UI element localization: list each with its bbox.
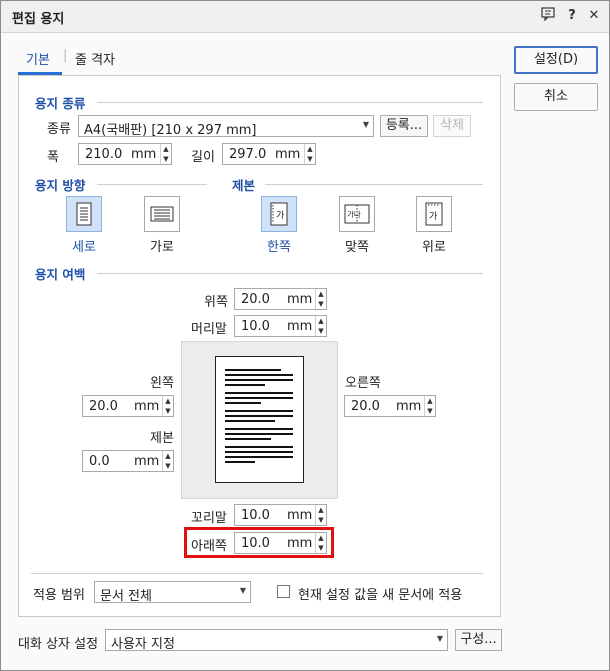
cancel-button[interactable]: 취소 (514, 83, 598, 111)
binding-section-title: 제본 (232, 178, 256, 193)
binding-single-label: 한쪽 (267, 240, 291, 255)
chevron-down-icon: ▼ (239, 586, 246, 595)
left-margin-label: 왼쪽 (150, 376, 174, 391)
binding-margin-stepper[interactable]: ▲ ▼ (162, 451, 173, 471)
chevron-down-icon: ▼ (436, 634, 443, 643)
configure-button[interactable]: 구성... (455, 629, 502, 651)
top-margin-label: 위쪽 (204, 295, 228, 310)
apply-scope-value: 문서 전체 (100, 589, 152, 604)
binding-margin-label: 제본 (150, 431, 174, 446)
apply-scope-select[interactable]: 문서 전체 ▼ (94, 581, 251, 604)
right-margin-unit: mm (396, 399, 422, 414)
width-unit: mm (131, 147, 157, 162)
edit-paper-dialog: 편집 용지 ? ✕ 기본 | 줄 격자 설정(D) 취소 용지 종류 종류 A4… (0, 0, 610, 671)
portrait-page-icon (76, 202, 92, 226)
paper-kind-label: 종류 (47, 122, 71, 137)
footer-margin-field[interactable]: 10.0 mm ▲ ▼ (234, 504, 327, 526)
binding-margin-value: 0.0 (89, 454, 110, 469)
landscape-option[interactable] (144, 196, 180, 232)
help-icon[interactable]: ? (563, 7, 581, 25)
divider (265, 184, 483, 185)
header-margin-unit: mm (287, 319, 313, 334)
binding-top-option[interactable]: 가 (416, 196, 452, 232)
tab-basic[interactable]: 기본 (26, 49, 50, 68)
height-field[interactable]: 297.0 mm ▲ ▼ (222, 143, 316, 165)
left-margin-stepper[interactable]: ▲ ▼ (162, 396, 173, 416)
paper-kind-value: A4(국배판) [210 x 297 mm] (84, 123, 257, 138)
top-margin-value: 20.0 (241, 292, 270, 307)
divider (31, 573, 483, 574)
header-margin-stepper[interactable]: ▲ ▼ (315, 316, 326, 336)
close-icon[interactable]: ✕ (585, 7, 603, 25)
top-binding-icon: 가 (425, 202, 443, 226)
tab-line-grid[interactable]: 줄 격자 (75, 49, 115, 68)
comment-icon[interactable] (539, 7, 557, 25)
dialog-settings-value: 사용자 지정 (111, 637, 175, 652)
divider (97, 102, 483, 103)
binding-margin-field[interactable]: 0.0 mm ▲ ▼ (82, 450, 174, 472)
apply-scope-label: 적용 범위 (33, 588, 85, 603)
left-margin-field[interactable]: 20.0 mm ▲ ▼ (82, 395, 174, 417)
portrait-label: 세로 (72, 240, 96, 255)
right-margin-label: 오른쪽 (345, 376, 381, 391)
margins-section-title: 용지 여백 (35, 267, 86, 282)
footer-margin-stepper[interactable]: ▲ ▼ (315, 505, 326, 525)
footer-margin-label: 꼬리말 (191, 511, 227, 526)
left-margin-unit: mm (134, 399, 160, 414)
header-margin-label: 머리말 (191, 322, 227, 337)
bottom-margin-highlight (184, 527, 334, 558)
chevron-down-icon: ▼ (362, 120, 369, 129)
tab-separator: | (63, 48, 68, 63)
right-margin-field[interactable]: 20.0 mm ▲ ▼ (344, 395, 436, 417)
dialog-settings-select[interactable]: 사용자 지정 ▼ (105, 629, 448, 652)
page-preview (181, 341, 338, 499)
width-label: 폭 (47, 150, 59, 165)
facing-binding-icon: 가나 (344, 204, 370, 224)
height-label: 길이 (191, 150, 215, 165)
footer-margin-unit: mm (287, 508, 313, 523)
width-field[interactable]: 210.0 mm ▲ ▼ (78, 143, 172, 165)
dialog-title: 편집 용지 (12, 12, 65, 27)
left-margin-value: 20.0 (89, 399, 118, 414)
height-unit: mm (275, 147, 301, 162)
apply-to-new-docs-label: 현재 설정 값을 새 문서에 적용 (298, 588, 463, 603)
binding-facing-glyph: 가나 (347, 210, 361, 219)
header-margin-value: 10.0 (241, 319, 270, 334)
width-stepper[interactable]: ▲ ▼ (160, 144, 171, 164)
binding-top-glyph: 가 (429, 211, 437, 222)
binding-top-label: 위로 (422, 240, 446, 255)
top-margin-stepper[interactable]: ▲ ▼ (315, 289, 326, 309)
binding-margin-unit: mm (134, 454, 160, 469)
delete-button[interactable]: 삭제 (433, 115, 471, 137)
dialog-settings-label: 대화 상자 설정 (18, 637, 99, 652)
orientation-section-title: 용지 방향 (35, 178, 86, 193)
ok-button[interactable]: 설정(D) (514, 46, 598, 74)
divider (97, 273, 483, 274)
height-value: 297.0 (229, 147, 267, 162)
landscape-label: 가로 (150, 240, 174, 255)
binding-single-option[interactable]: 가 (261, 196, 297, 232)
right-margin-stepper[interactable]: ▲ ▼ (424, 396, 435, 416)
landscape-page-icon (150, 206, 174, 222)
apply-to-new-docs-checkbox[interactable] (277, 585, 290, 598)
binding-facing-option[interactable]: 가나 (339, 196, 375, 232)
footer-margin-value: 10.0 (241, 508, 270, 523)
binding-single-glyph: 가 (276, 210, 284, 221)
height-stepper[interactable]: ▲ ▼ (304, 144, 315, 164)
register-button[interactable]: 등록... (380, 115, 428, 137)
top-margin-unit: mm (287, 292, 313, 307)
portrait-option[interactable] (66, 196, 102, 232)
paper-type-section-title: 용지 종류 (35, 96, 86, 111)
title-bar: 편집 용지 ? ✕ (1, 1, 609, 33)
right-margin-value: 20.0 (351, 399, 380, 414)
binding-facing-label: 맞쪽 (345, 240, 369, 255)
single-side-binding-icon: 가 (270, 202, 288, 226)
top-margin-field[interactable]: 20.0 mm ▲ ▼ (234, 288, 327, 310)
divider (97, 184, 207, 185)
header-margin-field[interactable]: 10.0 mm ▲ ▼ (234, 315, 327, 337)
width-value: 210.0 (85, 147, 123, 162)
paper-kind-select[interactable]: A4(국배판) [210 x 297 mm] ▼ (78, 115, 374, 138)
preview-page (215, 356, 304, 483)
